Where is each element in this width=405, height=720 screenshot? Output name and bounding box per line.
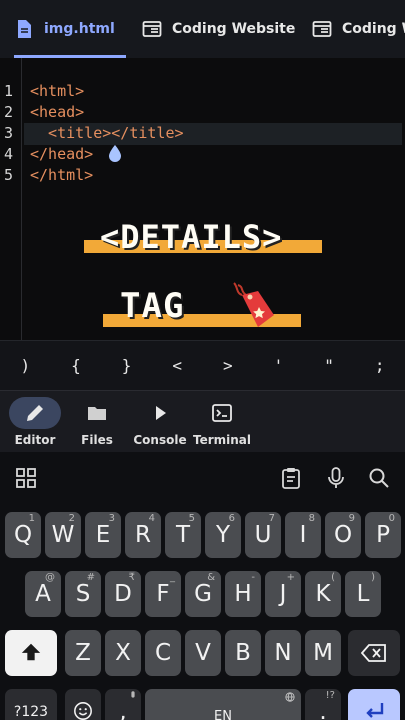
price-tag-icon <box>233 282 274 327</box>
symbol-key[interactable]: { <box>51 341 102 390</box>
file-icon <box>18 20 31 38</box>
key-x[interactable]: X <box>105 630 141 676</box>
key-e[interactable]: E3 <box>85 512 121 558</box>
line-number: 4 <box>4 145 14 163</box>
key-i[interactable]: I8 <box>285 512 321 558</box>
key-f[interactable]: F _ <box>145 571 181 617</box>
key-y[interactable]: Y6 <box>205 512 241 558</box>
tab-label: Coding Website <box>342 21 405 37</box>
code-line: </html> <box>30 166 94 184</box>
code-line: <title></title> <box>30 124 184 142</box>
key-n[interactable]: N <box>265 630 301 676</box>
symbol-key[interactable]: ; <box>354 341 405 390</box>
key-b[interactable]: B <box>225 630 261 676</box>
backspace-key[interactable] <box>348 630 400 676</box>
key-r[interactable]: R4 <box>125 512 161 558</box>
key-q[interactable]: Q1 <box>5 512 41 558</box>
key-v[interactable]: V <box>185 630 221 676</box>
key-a[interactable]: A @ <box>25 571 61 617</box>
tab-coding-website[interactable]: Coding Website <box>142 0 295 58</box>
pencil-icon <box>27 405 43 421</box>
cursor-handle-icon[interactable] <box>107 144 123 162</box>
key-c[interactable]: C <box>145 630 181 676</box>
emoji-icon <box>74 702 92 720</box>
shift-key[interactable] <box>5 630 57 676</box>
terminal-icon <box>212 404 232 422</box>
key-d[interactable]: D ₹ <box>105 571 141 617</box>
line-number: 2 <box>4 103 14 121</box>
enter-arrow-icon <box>366 703 384 718</box>
banner-subtitle: TAG <box>120 286 185 326</box>
key-z[interactable]: Z <box>65 630 101 676</box>
clipboard-icon[interactable] <box>279 466 303 490</box>
window-icon <box>312 21 332 37</box>
code-line: <html> <box>30 82 85 100</box>
comma-key[interactable]: , <box>105 689 141 720</box>
mic-small-icon <box>131 691 135 698</box>
nav-label: Terminal <box>192 433 252 447</box>
key-w[interactable]: W2 <box>45 512 81 558</box>
symbol-key[interactable]: " <box>304 341 355 390</box>
symbol-key[interactable]: < <box>152 341 203 390</box>
key-g[interactable]: G & <box>185 571 221 617</box>
tab-coding-website-2[interactable]: Coding Website <box>312 0 405 58</box>
key-m[interactable]: M <box>305 630 341 676</box>
banner-title: <DETAILS> <box>100 218 283 256</box>
symbol-bar: ) { } < > ' " ; <box>0 340 405 390</box>
period-key[interactable]: !? . <box>305 689 341 720</box>
apps-grid-icon[interactable] <box>14 466 38 490</box>
tab-bar: img.html Coding Website Coding Website <box>0 0 405 58</box>
tab-img-html[interactable]: img.html <box>14 0 126 58</box>
globe-icon <box>285 692 295 702</box>
code-editor[interactable]: 1 2 3 4 5 <html> <head> <title></title> … <box>0 58 405 340</box>
microphone-icon[interactable] <box>324 466 348 490</box>
symbol-key[interactable]: > <box>203 341 254 390</box>
key-k[interactable]: K( <box>305 571 341 617</box>
space-key[interactable]: EN <box>145 689 301 720</box>
key-h[interactable]: H- <box>225 571 261 617</box>
line-number: 5 <box>4 166 14 184</box>
backspace-icon <box>361 644 386 662</box>
nav-terminal[interactable]: Terminal <box>190 391 254 453</box>
key-j[interactable]: J + <box>265 571 301 617</box>
key-p[interactable]: P0 <box>365 512 401 558</box>
tab-label: Coding Website <box>172 21 296 37</box>
window-icon <box>142 21 162 37</box>
bottom-navigation: Editor Files Console Terminal <box>0 390 405 452</box>
key-l[interactable]: L) <box>345 571 381 617</box>
key-t[interactable]: T5 <box>165 512 201 558</box>
line-number: 1 <box>4 82 14 100</box>
line-gutter: 1 2 3 4 5 <box>0 58 22 340</box>
emoji-key[interactable] <box>65 689 101 720</box>
key-s[interactable]: S # <box>65 571 101 617</box>
search-icon[interactable] <box>367 466 391 490</box>
shift-arrow-icon <box>21 643 41 661</box>
code-line: <head> <box>30 103 85 121</box>
symbol-key[interactable]: ' <box>253 341 304 390</box>
folder-icon <box>88 407 106 420</box>
symbol-key[interactable]: ) <box>0 341 51 390</box>
keyboard-toolbar <box>0 452 405 504</box>
code-line: </head> <box>30 145 94 163</box>
symbol-key[interactable]: } <box>101 341 152 390</box>
symbols-key[interactable]: ?123 <box>5 689 57 720</box>
key-u[interactable]: U7 <box>245 512 281 558</box>
enter-key[interactable] <box>348 689 400 720</box>
play-icon <box>156 406 166 420</box>
key-o[interactable]: O9 <box>325 512 361 558</box>
line-number: 3 <box>4 124 14 142</box>
soft-keyboard: Q1 W2 E3 R4 T5 Y6 U7 I8 O9 P0 A @ S # D ₹ F… <box>0 452 405 720</box>
tab-label: img.html <box>44 21 115 37</box>
